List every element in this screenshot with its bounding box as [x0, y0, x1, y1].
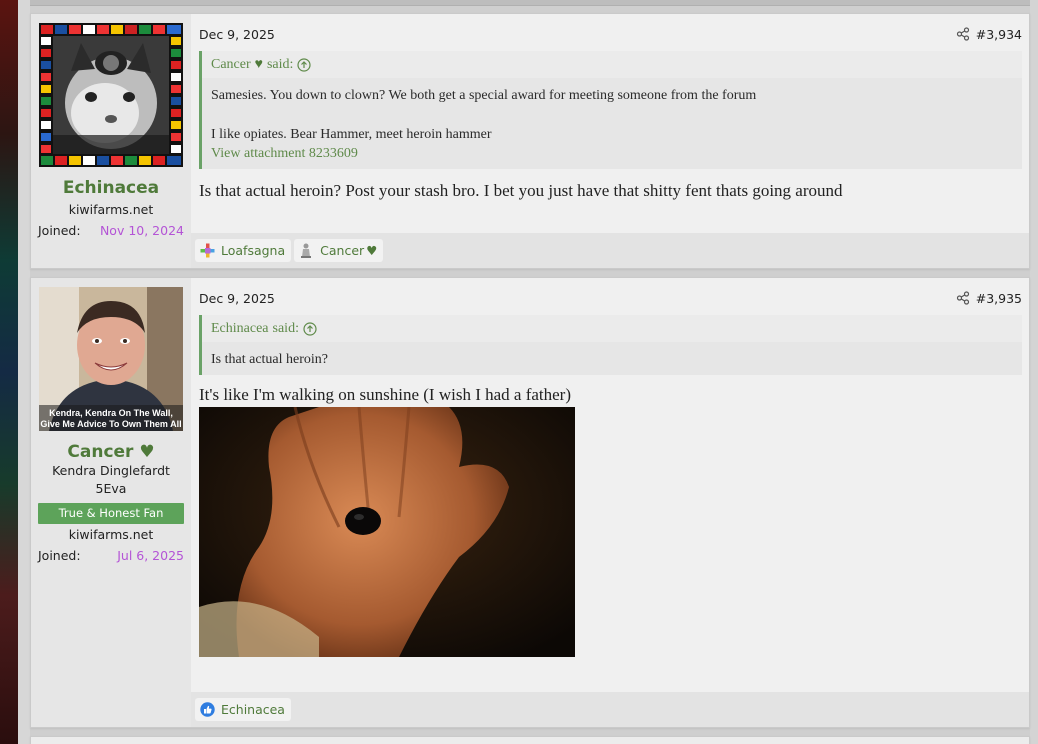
- puzzle-icon: [200, 243, 215, 258]
- quote-content: Samesies. You down to clown? We both get…: [202, 78, 1022, 169]
- post-date[interactable]: Dec 9, 2025: [199, 291, 275, 306]
- joined-row: Joined: Nov 10, 2024: [38, 223, 184, 238]
- user-title: Kendra Dinglefardt 5Eva: [38, 462, 184, 498]
- post-header: Dec 9, 2025 #3,934: [191, 14, 1029, 44]
- background-strip: [0, 0, 18, 744]
- joined-label: Joined:: [38, 223, 81, 238]
- reactions-bar: Loafsagna Cancer ♥: [191, 233, 1029, 268]
- reactions-bar: Echinacea: [191, 692, 1029, 727]
- post-body: Dec 9, 2025 #3,935 Echinacea said: Is th…: [191, 278, 1029, 727]
- user-title-line: 5Eva: [95, 481, 127, 496]
- quote-header[interactable]: Echinacea said:: [202, 315, 1022, 342]
- username-text[interactable]: Cancer: [67, 442, 133, 462]
- joined-date: Jul 6, 2025: [117, 548, 184, 563]
- post-date[interactable]: Dec 9, 2025: [199, 27, 275, 42]
- post-header: Dec 9, 2025 #3,935: [191, 278, 1029, 308]
- reaction-user: Echinacea: [221, 702, 285, 717]
- reaction-item[interactable]: Loafsagna: [195, 239, 292, 262]
- user-title-line: Kendra Dinglefardt: [52, 463, 170, 478]
- post-number[interactable]: #3,935: [976, 291, 1022, 306]
- page-gutter: [18, 0, 30, 744]
- next-post-edge: [30, 736, 1030, 744]
- share-icon[interactable]: [956, 291, 970, 305]
- joined-label: Joined:: [38, 548, 81, 563]
- quote-line: I like opiates. Bear Hammer, meet heroin…: [211, 127, 492, 142]
- reaction-item[interactable]: Cancer ♥: [294, 239, 384, 262]
- attached-image[interactable]: [199, 407, 575, 657]
- thumbs-up-icon: [200, 702, 215, 717]
- page-gutter-right: [1030, 0, 1038, 744]
- reaction-item[interactable]: Echinacea: [195, 698, 291, 721]
- share-icon[interactable]: [956, 27, 970, 41]
- post-3934: Echinacea kiwifarms.net Joined: Nov 10, …: [30, 13, 1030, 269]
- user-site: kiwifarms.net: [68, 527, 154, 542]
- quote-header[interactable]: Cancer ♥ said:: [202, 51, 1022, 78]
- avatar-caption: Kendra, Kendra On The Wall,: [49, 408, 173, 418]
- cat-flags-avatar: [39, 23, 183, 167]
- post-message: It's like I'm walking on sunshine (I wis…: [199, 385, 572, 404]
- quote-said: said:: [266, 57, 294, 72]
- post-body: Dec 9, 2025 #3,934 Cancer ♥ said: Samesi…: [191, 14, 1029, 268]
- man-portrait-avatar: Kendra, Kendra On The Wall, Give Me Advi…: [39, 287, 183, 431]
- quote-block: Echinacea said: Is that actual heroin?: [199, 315, 1022, 375]
- hand-holding-tar-image: [199, 407, 575, 657]
- quote-block: Cancer ♥ said: Samesies. You down to clo…: [199, 51, 1022, 169]
- attachment-link[interactable]: View attachment 8233609: [211, 144, 1012, 163]
- quote-line: Is that actual heroin?: [211, 352, 329, 367]
- statue-icon: [301, 243, 312, 258]
- quote-content: Is that actual heroin?: [202, 342, 1022, 375]
- username[interactable]: Cancer ♥: [38, 442, 184, 462]
- joined-row: Joined: Jul 6, 2025: [38, 548, 184, 563]
- heart-icon: ♥: [139, 442, 155, 462]
- quote-author[interactable]: Cancer: [211, 57, 251, 73]
- quote-line: Samesies. You down to clown? We both get…: [211, 88, 757, 103]
- post-number[interactable]: #3,934: [976, 27, 1022, 42]
- user-info: Kendra, Kendra On The Wall, Give Me Advi…: [31, 278, 191, 727]
- arrow-up-circle-icon[interactable]: [303, 322, 317, 336]
- reaction-user: Cancer: [320, 243, 365, 258]
- user-banner: True & Honest Fan: [38, 503, 184, 524]
- heart-icon: ♥: [254, 57, 263, 72]
- avatar[interactable]: [39, 23, 183, 167]
- avatar-caption: Give Me Advice To Own Them All: [40, 419, 181, 429]
- reaction-user: Loafsagna: [221, 243, 286, 258]
- avatar[interactable]: Kendra, Kendra On The Wall, Give Me Advi…: [39, 287, 183, 431]
- quote-author[interactable]: Echinacea: [211, 321, 269, 337]
- user-site: kiwifarms.net: [68, 202, 154, 217]
- arrow-up-circle-icon[interactable]: [297, 58, 312, 72]
- user-info: Echinacea kiwifarms.net Joined: Nov 10, …: [31, 14, 191, 268]
- joined-date: Nov 10, 2024: [99, 223, 184, 238]
- post-3935: Kendra, Kendra On The Wall, Give Me Advi…: [30, 277, 1030, 728]
- quote-said: said:: [272, 321, 299, 336]
- heart-icon: ♥: [366, 243, 378, 258]
- previous-post-edge: [30, 0, 1030, 6]
- username[interactable]: Echinacea: [38, 178, 184, 198]
- post-message: Is that actual heroin? Post your stash b…: [199, 181, 843, 200]
